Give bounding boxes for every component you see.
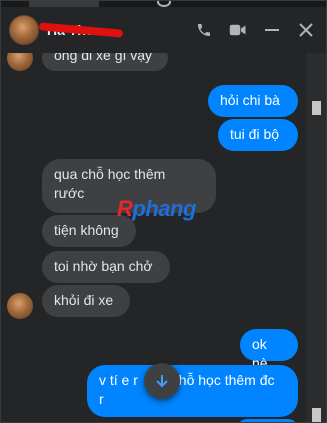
contact-avatar-small xyxy=(7,293,33,319)
message-outgoing[interactable]: v tí e r chỗ học thêm đc r xyxy=(87,365,298,417)
close-icon[interactable] xyxy=(296,20,316,40)
contact-avatar[interactable] xyxy=(9,15,39,45)
chat-header: Ha Thu ⌄ xyxy=(1,7,326,53)
contact-name-button[interactable]: Ha Thu ⌄ xyxy=(38,22,124,38)
minimize-icon[interactable] xyxy=(262,20,282,40)
message-text-line: r xyxy=(99,391,104,407)
message-outgoing[interactable]: ok nè xyxy=(240,329,298,371)
header-actions xyxy=(194,20,320,40)
message-text: ông đi xe gì vậy xyxy=(54,53,153,63)
message-outgoing[interactable] xyxy=(237,419,298,422)
background-icon xyxy=(157,1,171,7)
message-text-line: v tí e r chỗ học thêm đc xyxy=(99,372,275,388)
message-text: tiện không xyxy=(54,222,119,238)
message-outgoing[interactable]: hỏi chi bà xyxy=(208,85,298,117)
phone-icon[interactable] xyxy=(194,20,214,40)
message-text: hỏi chi bà xyxy=(220,92,280,108)
video-icon[interactable] xyxy=(228,20,248,40)
message-text: khỏi đi xe xyxy=(54,292,114,308)
scrollbar-thumb[interactable] xyxy=(312,101,321,115)
arrow-down-icon xyxy=(156,375,168,388)
message-text: tui đi bộ xyxy=(230,126,280,142)
watermark-logo: Rphang xyxy=(117,196,196,221)
contact-avatar-small xyxy=(7,53,33,71)
message-text-line: qua chỗ học thêm xyxy=(54,166,166,182)
message-outgoing[interactable]: tui đi bộ xyxy=(218,119,298,151)
message-incoming[interactable]: khỏi đi xe xyxy=(42,285,130,317)
scrollbar-end[interactable] xyxy=(312,408,321,422)
message-incoming[interactable]: ông đi xe gì vậy xyxy=(42,53,168,71)
message-incoming[interactable]: toi nhờ bạn chở xyxy=(42,251,170,283)
scrollbar[interactable] xyxy=(306,53,326,422)
chat-window: Ha Thu ⌄ ông đi xe gì vậy hỏi chi bà xyxy=(0,0,327,423)
scroll-to-bottom-button[interactable] xyxy=(144,363,180,399)
message-text: toi nhờ bạn chở xyxy=(54,258,153,274)
background-text xyxy=(29,1,99,7)
